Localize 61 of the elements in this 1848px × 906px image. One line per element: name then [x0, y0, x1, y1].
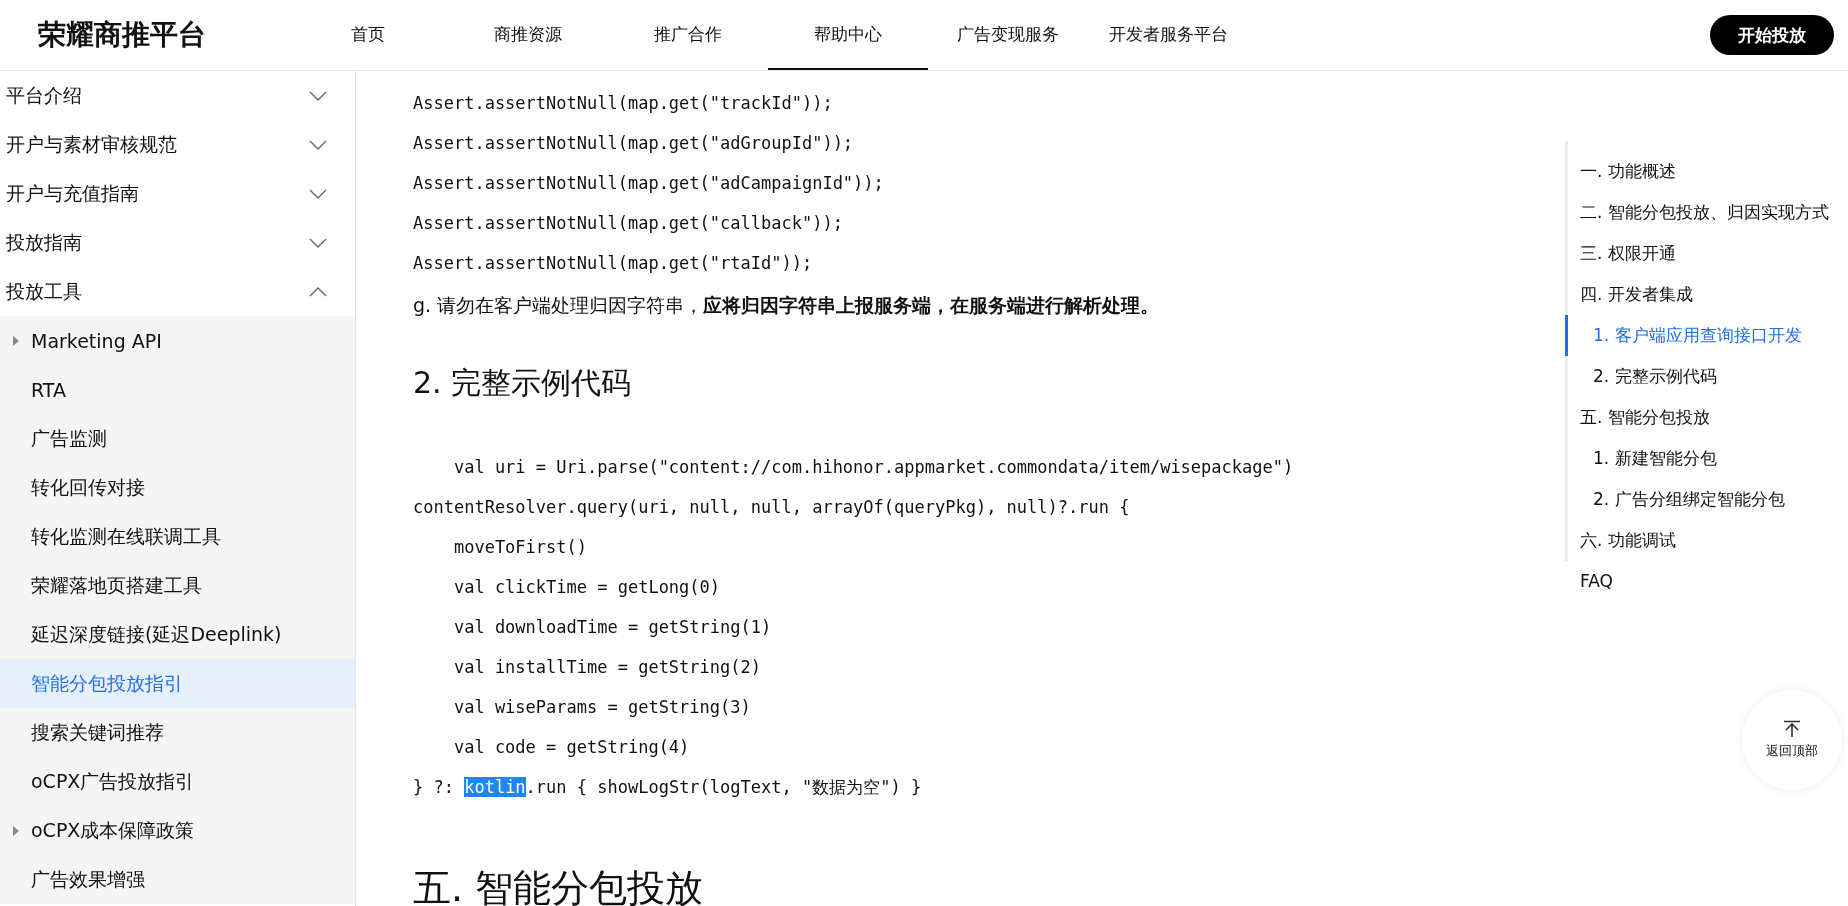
sidebar-subitem[interactable]: 搜索关键词推荐 — [0, 708, 355, 757]
code-line: contentResolver.query(uri, null, null, arrayOf(queryPkg), null)?.run { — [413, 496, 1131, 519]
code-line: Assert.assertNotNull(map.get("adCampaignId")); — [413, 172, 885, 195]
toc-link[interactable]: FAQ — [1565, 561, 1848, 602]
back-to-top-button[interactable]: 返回顶部 — [1742, 690, 1842, 790]
code-line: val downloadTime = getString(1) — [452, 616, 773, 639]
code-line: moveToFirst() — [452, 536, 588, 559]
chevron-down-icon — [309, 188, 327, 199]
code-line: val code = getString(4) — [452, 736, 691, 759]
sidebar-item[interactable]: 平台介绍 — [0, 71, 355, 120]
toc-link[interactable]: 六. 功能调试 — [1565, 520, 1848, 561]
sidebar-subitem[interactable]: 广告效果增强 — [0, 855, 355, 904]
sidebar-item[interactable]: 投放工具 — [0, 267, 355, 316]
nav-tab[interactable]: 帮助中心 — [768, 0, 928, 70]
nav-tab[interactable]: 广告变现服务 — [928, 0, 1088, 70]
section-subheading: 2. 完整示例代码 — [413, 364, 633, 402]
caret-right-icon — [13, 825, 19, 836]
nav-tab[interactable]: 首页 — [288, 0, 448, 70]
site-logo[interactable]: 荣耀商推平台 — [38, 16, 288, 54]
toc-link[interactable]: 1. 新建智能分包 — [1565, 438, 1848, 479]
chevron-down-icon — [309, 139, 327, 150]
sidebar-subitem[interactable]: RTA — [0, 365, 355, 414]
sidebar-item[interactable]: 开户与充值指南 — [0, 169, 355, 218]
toc-link[interactable]: 三. 权限开通 — [1565, 233, 1848, 274]
sidebar-subitem[interactable]: 转化监测在线联调工具 — [0, 512, 355, 561]
code-line: val clickTime = getLong(0) — [452, 576, 722, 599]
sidebar-subitem[interactable]: oCPX成本保障政策 — [0, 806, 355, 855]
chevron-up-icon — [309, 286, 327, 297]
sidebar-subitem[interactable]: 广告监测 — [0, 414, 355, 463]
code-line: } ?: kotlin.run { showLogStr(logText, "数据为空") } — [413, 776, 923, 799]
sidebar-subitem[interactable]: 荣耀落地页搭建工具 — [0, 561, 355, 610]
chevron-down-icon — [309, 237, 327, 248]
sidebar-item[interactable]: 开户与素材审核规范 — [0, 120, 355, 169]
sidebar-subitem[interactable]: Marketing API — [0, 316, 355, 365]
nav-tab[interactable]: 推广合作 — [608, 0, 768, 70]
code-line: val wiseParams = getString(3) — [452, 696, 752, 719]
start-campaign-button[interactable]: 开始投放 — [1710, 15, 1834, 55]
code-line: Assert.assertNotNull(map.get("rtaId")); — [413, 252, 814, 275]
toc-link[interactable]: 一. 功能概述 — [1565, 151, 1848, 192]
sidebar-subitem[interactable]: 转化回传对接 — [0, 463, 355, 512]
arrow-up-icon — [1783, 720, 1801, 738]
sidebar-subitem[interactable]: 智能分包投放指引 — [0, 659, 355, 708]
sidebar-subitem[interactable]: oCPX广告投放指引 — [0, 757, 355, 806]
nav-tab[interactable]: 开发者服务平台 — [1088, 0, 1248, 70]
code-line: Assert.assertNotNull(map.get("trackId")); — [413, 92, 834, 115]
sidebar-subitem[interactable]: 延迟深度链接(延迟Deeplink) — [0, 610, 355, 659]
code-line: Assert.assertNotNull(map.get("callback")); — [413, 212, 844, 235]
paragraph: g. 请勿在客户端处理归因字符串，应将归因字符串上报服务端，在服务端进行解析处理。 — [413, 293, 1161, 318]
code-line: Assert.assertNotNull(map.get("adGroupId")); — [413, 132, 855, 155]
nav-tab[interactable]: 商推资源 — [448, 0, 608, 70]
sidebar-item[interactable]: 投放指南 — [0, 218, 355, 267]
toc-link[interactable]: 五. 智能分包投放 — [1565, 397, 1848, 438]
code-line: val installTime = getString(2) — [452, 656, 762, 679]
toc-link[interactable]: 2. 完整示例代码 — [1565, 356, 1848, 397]
toc-link[interactable]: 四. 开发者集成 — [1565, 274, 1848, 315]
caret-right-icon — [13, 335, 19, 346]
toc-link[interactable]: 1. 客户端应用查询接口开发 — [1565, 315, 1848, 356]
chevron-down-icon — [309, 90, 327, 101]
code-line: val uri = Uri.parse("content://com.hihonor.appmarket.commondata/item/wisepackage") — [452, 456, 1295, 479]
toc-link[interactable]: 二. 智能分包投放、归因实现方式 — [1565, 192, 1848, 233]
toc-link[interactable]: 2. 广告分组绑定智能分包 — [1565, 479, 1848, 520]
